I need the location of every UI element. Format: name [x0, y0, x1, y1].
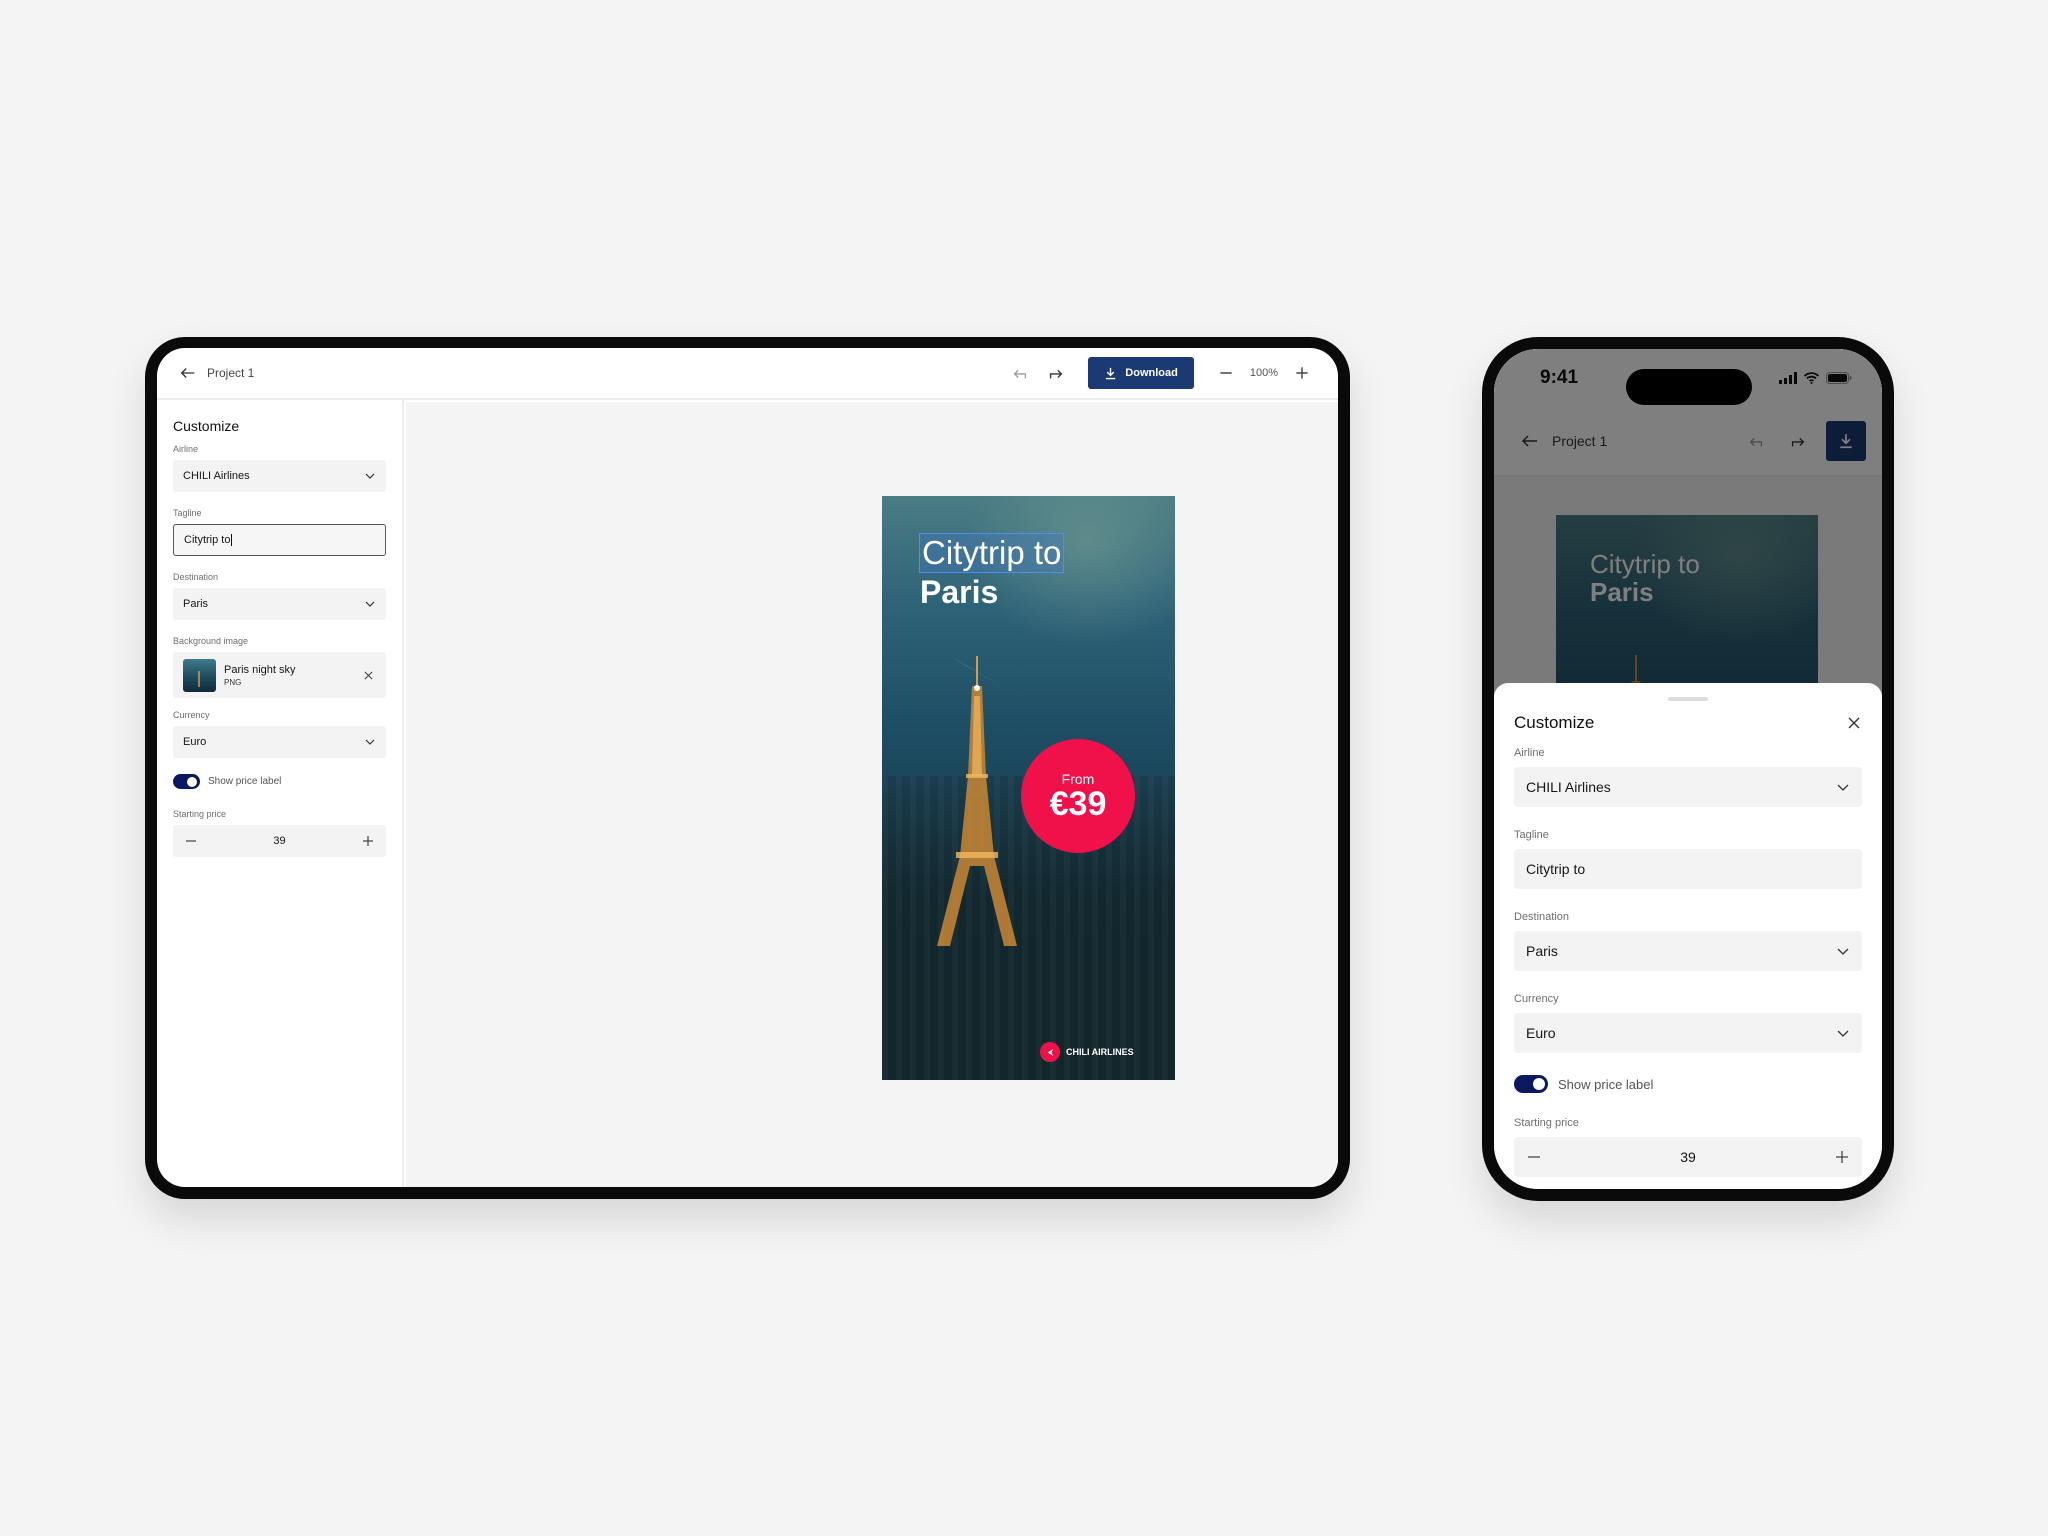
destination-value: Paris — [183, 598, 209, 610]
eiffel-tower-illustration — [937, 656, 1017, 946]
chevron-down-icon — [1837, 1030, 1849, 1037]
currency-select[interactable]: Euro — [173, 726, 386, 758]
image-thumbnail — [183, 658, 216, 692]
tagline-input[interactable]: Citytrip to — [173, 524, 386, 556]
undo-icon — [1013, 369, 1027, 379]
show-price-label-toggle[interactable] — [1514, 1075, 1548, 1093]
destination-label: Destination — [173, 572, 219, 582]
text-caret — [231, 534, 233, 546]
plus-icon — [1296, 367, 1308, 379]
currency-value: Euro — [183, 736, 207, 748]
chevron-down-icon — [365, 601, 375, 607]
ad-destination: Paris — [920, 574, 999, 610]
phone-screen: 9:41 Project 1 — [1494, 349, 1882, 1189]
destination-label: Destination — [1514, 911, 1570, 923]
minus-icon — [186, 840, 196, 842]
airline-logo-icon — [1040, 1042, 1060, 1062]
back-button[interactable]: Project 1 — [179, 364, 254, 382]
airline-brand: CHILI AIRLINES — [1040, 1042, 1134, 1062]
tagline-label: Tagline — [1514, 829, 1549, 841]
starting-price-value[interactable]: 39 — [1542, 1149, 1834, 1165]
zoom-level: 100% — [1249, 367, 1278, 379]
chevron-down-icon — [1837, 948, 1849, 955]
starting-price-stepper: 39 — [173, 825, 386, 857]
undo-button[interactable] — [1006, 359, 1034, 387]
tablet-screen: Project 1 Download 100% Customize Airlin… — [157, 348, 1338, 1187]
redo-button[interactable] — [1042, 359, 1070, 387]
tagline-label: Tagline — [173, 508, 202, 518]
zoom-out-button[interactable] — [1212, 359, 1240, 387]
sheet-grabber[interactable] — [1668, 697, 1708, 701]
chevron-down-icon — [365, 473, 375, 479]
increment-button[interactable] — [1834, 1149, 1850, 1165]
customize-sheet: Customize Airline CHILI Airlines Tagline… — [1494, 683, 1882, 1189]
close-icon — [363, 670, 373, 680]
tagline-value: Citytrip to — [184, 534, 231, 546]
airline-label: Airline — [1514, 747, 1545, 759]
download-icon — [1106, 367, 1116, 379]
airline-label: Airline — [173, 444, 199, 454]
airline-value: CHILI Airlines — [1526, 779, 1611, 795]
zoom-control: 100% — [1212, 359, 1316, 387]
background-image-file: Paris night sky PNG — [173, 652, 386, 698]
currency-label: Currency — [1514, 993, 1559, 1005]
decrement-button[interactable] — [1526, 1149, 1542, 1165]
zoom-in-button[interactable] — [1288, 359, 1316, 387]
editor-header: Project 1 Download 100% — [157, 348, 1338, 400]
price-amount: €39 — [1049, 785, 1107, 823]
ad-preview[interactable]: Citytrip to Paris From €39 CHILI AIRLINE… — [882, 496, 1175, 1080]
plus-icon — [363, 836, 373, 846]
destination-select[interactable]: Paris — [173, 588, 386, 620]
arrow-left-icon — [180, 368, 195, 378]
show-price-label-text: Show price label — [1558, 1076, 1654, 1092]
download-label: Download — [1125, 367, 1178, 379]
project-title: Project 1 — [207, 366, 255, 380]
minus-icon — [1220, 372, 1232, 374]
close-sheet-button[interactable] — [1846, 715, 1862, 731]
ad-tagline[interactable]: Citytrip to — [918, 533, 1065, 573]
remove-image-button[interactable] — [360, 667, 376, 683]
plus-icon — [1836, 1151, 1848, 1163]
redo-icon — [1050, 369, 1063, 379]
airline-select[interactable]: CHILI Airlines — [1514, 767, 1862, 807]
chevron-down-icon — [365, 739, 375, 745]
decrement-button[interactable] — [183, 833, 199, 849]
show-price-label-text: Show price label — [208, 776, 282, 787]
tablet-device: Project 1 Download 100% Customize Airlin… — [145, 337, 1350, 1199]
file-name: Paris night sky — [224, 663, 296, 676]
editor-canvas: Citytrip to Paris From €39 CHILI AIRLINE… — [406, 402, 1338, 1187]
minus-icon — [1528, 1156, 1540, 1158]
destination-value: Paris — [1526, 943, 1558, 959]
sheet-title: Customize — [1514, 713, 1595, 732]
tagline-value: Citytrip to — [1526, 861, 1586, 877]
close-icon — [1848, 717, 1860, 729]
download-button[interactable]: Download — [1088, 357, 1194, 389]
panel-title: Customize — [173, 418, 240, 434]
starting-price-label: Starting price — [173, 809, 227, 819]
customize-panel: Customize Airline CHILI Airlines Tagline… — [157, 400, 404, 1187]
currency-value: Euro — [1526, 1025, 1556, 1041]
airline-brand-name: CHILI AIRLINES — [1066, 1047, 1134, 1057]
increment-button[interactable] — [360, 833, 376, 849]
airline-select[interactable]: CHILI Airlines — [173, 460, 386, 492]
file-type: PNG — [224, 677, 242, 687]
starting-price-value[interactable]: 39 — [199, 835, 360, 847]
show-price-label-toggle[interactable] — [173, 774, 200, 789]
starting-price-stepper: 39 — [1514, 1137, 1862, 1177]
tagline-input[interactable]: Citytrip to — [1514, 849, 1862, 889]
destination-select[interactable]: Paris — [1514, 931, 1862, 971]
phone-device: 9:41 Project 1 — [1482, 337, 1894, 1201]
currency-select[interactable]: Euro — [1514, 1013, 1862, 1053]
background-image-label: Background image — [173, 636, 249, 646]
starting-price-label: Starting price — [1514, 1117, 1579, 1129]
currency-label: Currency — [173, 710, 210, 720]
chevron-down-icon — [1837, 784, 1849, 791]
price-badge: From €39 — [1021, 739, 1135, 853]
airline-value: CHILI Airlines — [183, 470, 250, 482]
